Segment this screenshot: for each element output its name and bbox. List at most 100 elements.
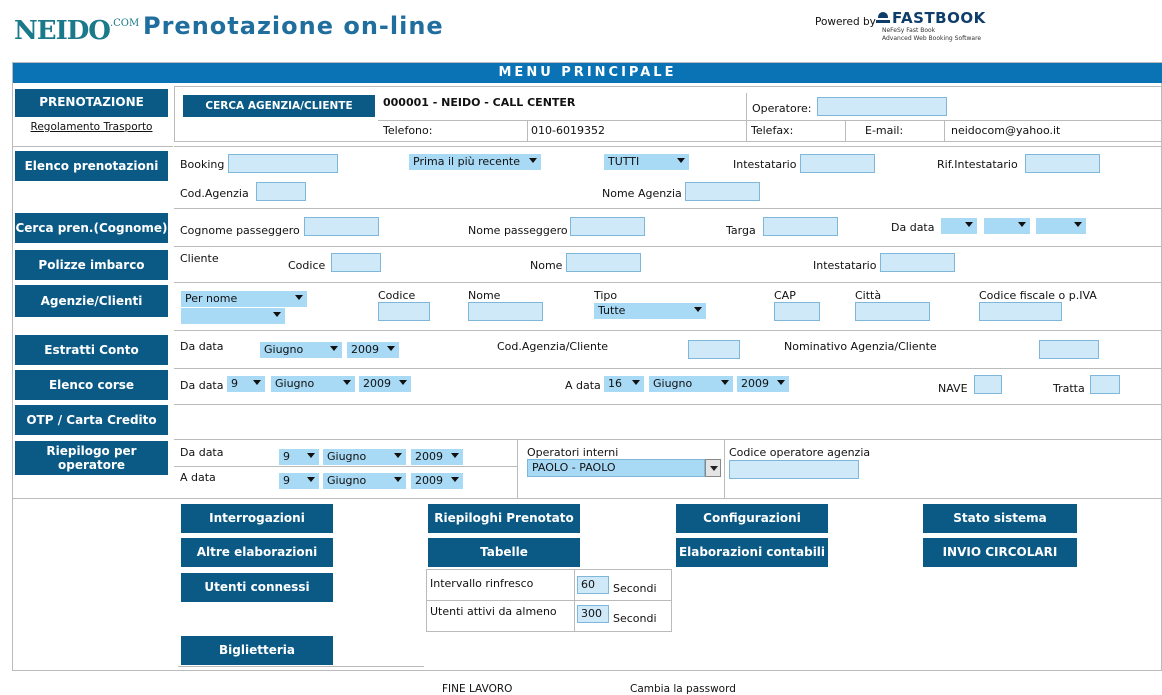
year-select[interactable]	[1036, 218, 1086, 234]
nome-passeggero-input[interactable]	[570, 217, 645, 236]
corse-day1-select[interactable]: 9	[227, 376, 265, 392]
chevron-down-icon	[253, 380, 261, 385]
riepilogo-day1-select[interactable]: 9	[279, 449, 319, 465]
tabelle-button[interactable]: Tabelle	[428, 538, 580, 567]
agenzie-order-select[interactable]: Per nome	[181, 291, 307, 307]
nome-input[interactable]	[566, 253, 641, 272]
chevron-down-icon	[343, 380, 351, 385]
utenti-connessi-button[interactable]: Utenti connessi	[181, 573, 333, 602]
fastbook-subtitle-2: Advanced Web Booking Software	[882, 35, 982, 42]
intervallo-input[interactable]: 60	[577, 576, 609, 594]
configurazioni-button[interactable]: Configurazioni	[676, 504, 828, 533]
regolamento-link[interactable]: Regolamento Trasporto	[15, 121, 168, 133]
telefax-label: Telefax:	[751, 124, 794, 137]
riepilogo-year1-select[interactable]: 2009	[411, 449, 463, 465]
corse-year1-select[interactable]: 2009	[359, 376, 411, 392]
nav-otp[interactable]: OTP / Carta Credito	[15, 405, 168, 435]
corse-year2-select[interactable]: 2009	[737, 376, 789, 392]
chevron-down-icon	[273, 312, 281, 317]
codice-input[interactable]	[331, 253, 381, 272]
divider	[13, 146, 173, 147]
operatore-input[interactable]	[817, 97, 947, 116]
chevron-down-icon	[1018, 222, 1026, 227]
nominativo-input[interactable]	[1039, 340, 1099, 359]
agenzie-codice-input[interactable]	[378, 302, 430, 321]
nominativo-label: Nominativo Agenzia/Cliente	[784, 340, 937, 353]
biglietteria-button[interactable]: Biglietteria	[181, 636, 333, 665]
day-select[interactable]	[941, 218, 977, 234]
riepilogo-day2-select[interactable]: 9	[279, 473, 319, 489]
nav-prenotazione[interactable]: PRENOTAZIONE	[15, 89, 168, 117]
chevron-down-icon	[677, 158, 685, 163]
corse-month1-select[interactable]: Giugno	[271, 376, 355, 392]
cognome-input[interactable]	[304, 217, 379, 236]
nave-input[interactable]	[974, 375, 1002, 394]
agenzie-nome-input[interactable]	[468, 302, 543, 321]
nav-agenzie[interactable]: Agenzie/Clienti	[15, 285, 168, 317]
nav-riepilogo[interactable]: Riepilogo per operatore	[15, 441, 168, 475]
elaborazioni-contabili-button[interactable]: Elaborazioni contabili	[676, 538, 828, 567]
tratta-input[interactable]	[1090, 375, 1120, 394]
corse-month2-select[interactable]: Giugno	[649, 376, 733, 392]
status-select[interactable]: TUTTI	[604, 154, 689, 170]
riepilogo-year2: 2009	[415, 474, 443, 487]
chevron-down-icon	[330, 346, 338, 351]
tratta-label: Tratta	[1053, 382, 1085, 395]
intestatario-polizze-input[interactable]	[880, 253, 955, 272]
codice-op-input[interactable]	[729, 460, 859, 479]
fastbook-subtitle-1: NeFeSy Fast Book	[882, 27, 936, 34]
nav-polizze[interactable]: Polizze imbarco	[15, 250, 168, 280]
operatori-dropdown-button[interactable]	[705, 459, 721, 477]
tipo-label: Tipo	[594, 289, 618, 302]
tipo-value: Tutte	[598, 304, 626, 317]
estratti-month-select[interactable]: Giugno	[260, 342, 342, 358]
fine-lavoro-link[interactable]: FINE LAVORO	[442, 683, 512, 695]
nav-elenco-corse[interactable]: Elenco corse	[15, 370, 168, 400]
codice-op-label: Codice operatore agenzia	[729, 446, 871, 459]
corse-day1: 9	[231, 377, 238, 390]
nome-agenzia-input[interactable]	[685, 182, 760, 201]
operatori-select[interactable]: PAOLO - PAOLO	[527, 459, 705, 477]
cerca-agenzia-button[interactable]: CERCA AGENZIA/CLIENTE	[183, 95, 375, 117]
intestatario-polizze-label: Intestatario	[813, 259, 877, 272]
intestatario-input[interactable]	[800, 154, 875, 173]
stato-sistema-button[interactable]: Stato sistema	[923, 504, 1077, 533]
citta-input[interactable]	[855, 302, 930, 321]
divider	[845, 120, 846, 142]
divider	[174, 466, 517, 467]
invio-circolari-button[interactable]: INVIO CIRCOLARI	[923, 538, 1077, 567]
nav-cerca-pren[interactable]: Cerca pren.(Cognome)	[15, 213, 168, 243]
riepiloghi-button[interactable]: Riepiloghi Prenotato	[428, 504, 580, 533]
divider	[724, 439, 725, 498]
divider	[944, 120, 945, 142]
rif-input[interactable]	[1025, 154, 1100, 173]
order-select[interactable]: Prima il più recente	[409, 154, 541, 170]
targa-input[interactable]	[763, 217, 838, 236]
altre-elaborazioni-button[interactable]: Altre elaborazioni	[181, 538, 333, 567]
operatori-value: PAOLO - PAOLO	[532, 461, 616, 474]
chevron-down-icon	[1074, 222, 1082, 227]
riepilogo-year2-select[interactable]: 2009	[411, 473, 463, 489]
chevron-down-icon	[451, 453, 459, 458]
tipo-select[interactable]: Tutte	[594, 303, 706, 319]
agenzie-filter-select[interactable]	[181, 308, 285, 324]
cambia-password-link[interactable]: Cambia la password	[630, 683, 736, 695]
riepilogo-month1-select[interactable]: Giugno	[323, 449, 406, 465]
divider	[426, 600, 672, 601]
riepilogo-month2-select[interactable]: Giugno	[323, 473, 406, 489]
corse-day2-select[interactable]: 16	[604, 376, 644, 392]
nav-estratti[interactable]: Estratti Conto	[15, 335, 168, 365]
estratti-year-select[interactable]: 2009	[347, 342, 399, 358]
cf-input[interactable]	[979, 302, 1062, 321]
month-select[interactable]	[984, 218, 1030, 234]
cap-label: CAP	[774, 289, 796, 302]
nav-elenco-prenotazioni[interactable]: Elenco prenotazioni	[15, 151, 168, 181]
chevron-down-icon	[632, 380, 640, 385]
booking-input[interactable]	[228, 154, 338, 173]
cod-agenzia-input[interactable]	[256, 182, 306, 201]
estratti-cod-input[interactable]	[688, 340, 740, 359]
attivi-input[interactable]: 300	[577, 605, 609, 623]
cap-input[interactable]	[774, 302, 820, 321]
attivi-secondi: Secondi	[613, 612, 657, 625]
interrogazioni-button[interactable]: Interrogazioni	[181, 504, 333, 533]
